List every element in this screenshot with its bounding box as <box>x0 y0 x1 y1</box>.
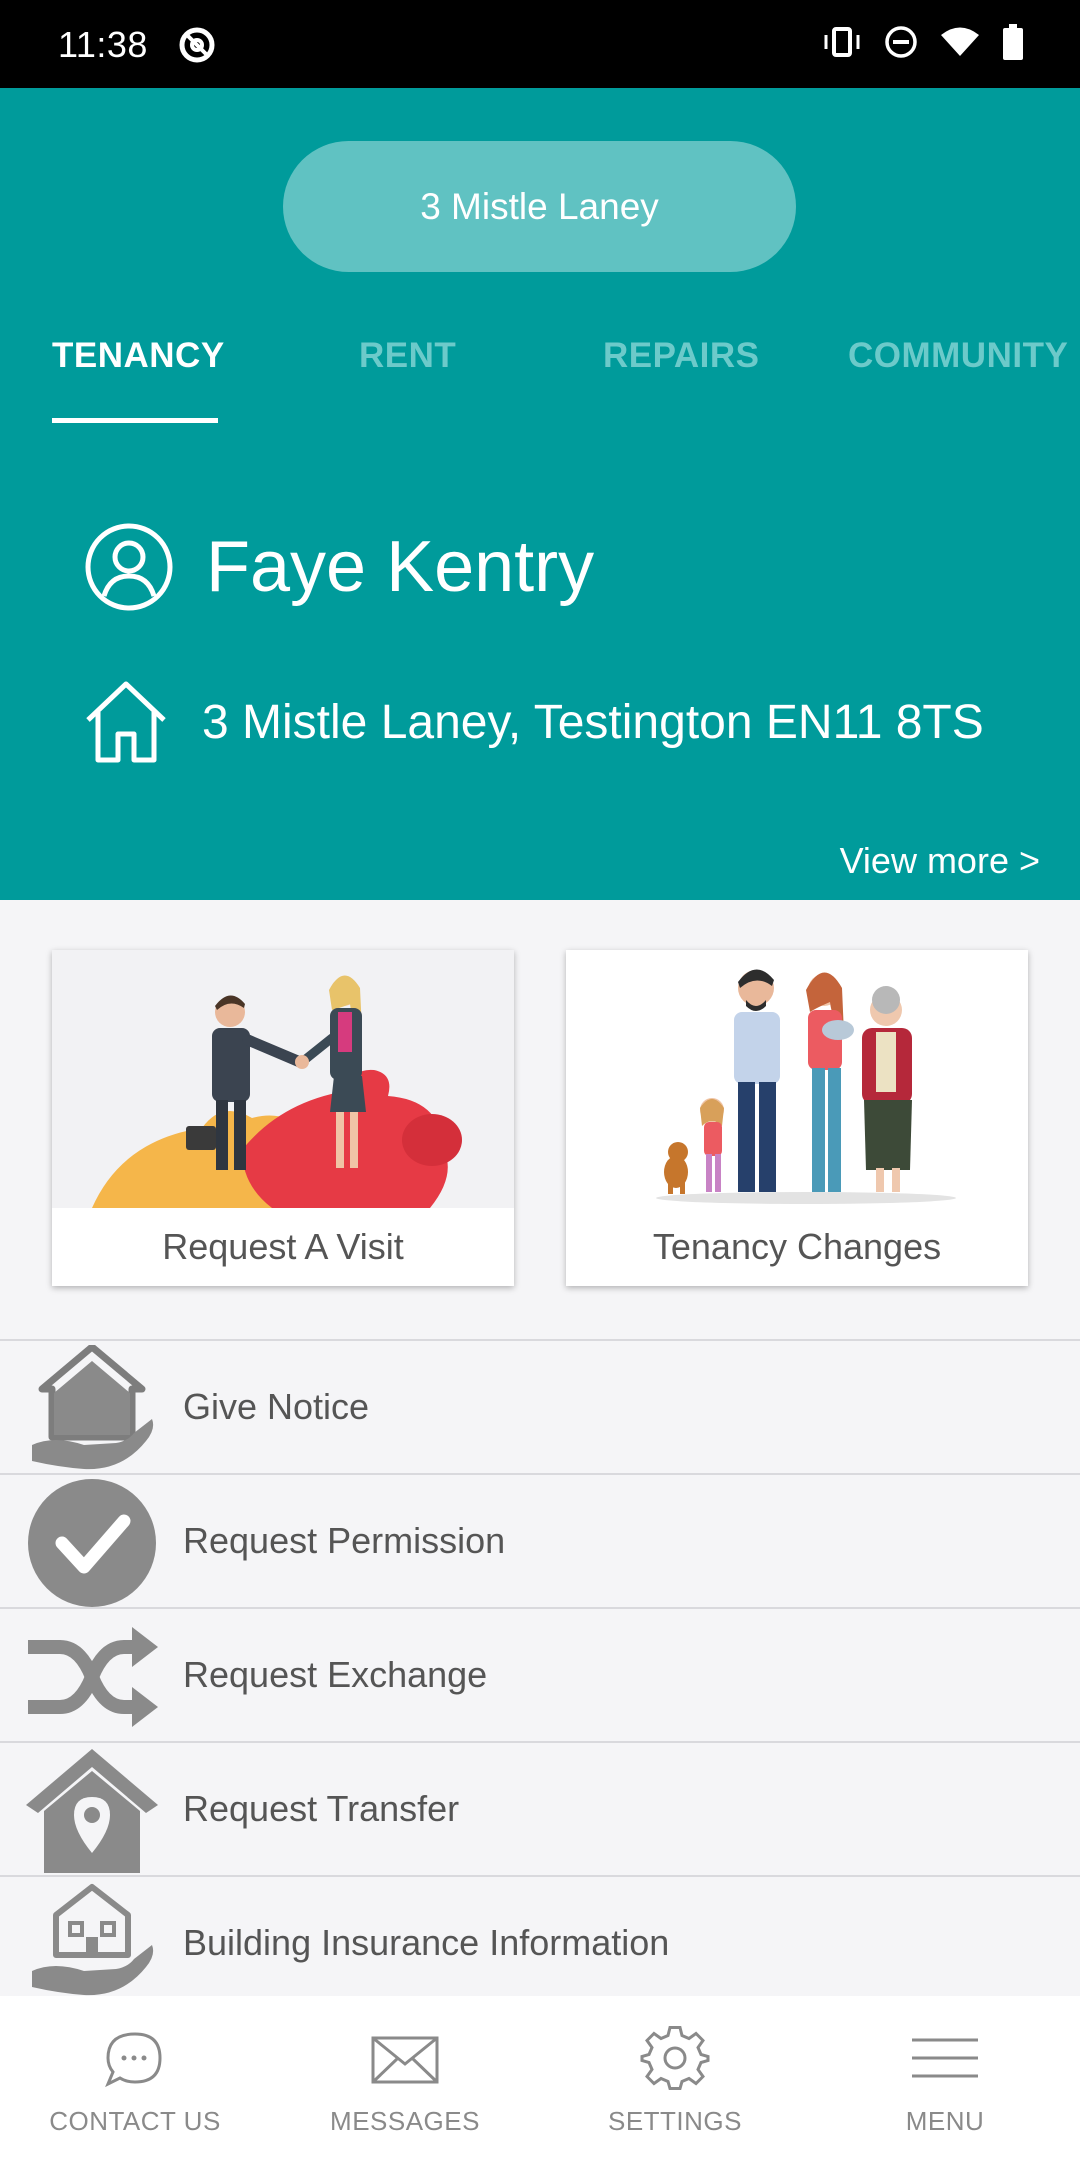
list-item-request-exchange[interactable]: Request Exchange <box>0 1607 1080 1741</box>
list-item-request-transfer[interactable]: Request Transfer <box>0 1741 1080 1875</box>
request-permission-label: Request Permission <box>183 1520 506 1561</box>
list-item-building-insurance[interactable]: Building Insurance Information <box>0 1875 1080 2009</box>
tab-repairs[interactable]: REPAIRS <box>603 328 760 418</box>
tab-bar: TENANCY RENT REPAIRS COMMUNITY <box>0 328 1080 418</box>
vibrate-icon <box>824 27 860 57</box>
tenancy-action-list: Give Notice Request Permission Request E… <box>0 1339 1080 2009</box>
building-insurance-label: Building Insurance Information <box>183 1922 670 1963</box>
battery-icon <box>1003 24 1023 60</box>
chat-bubble-icon <box>105 2032 162 2088</box>
do-not-disturb-icon <box>885 26 917 58</box>
house-location-icon <box>26 1749 158 1873</box>
house-in-hand-icon <box>32 1345 154 1470</box>
tenant-row: Faye Kentry <box>84 522 594 612</box>
tenancy-changes-card[interactable]: Tenancy Changes <box>566 950 1028 1286</box>
nav-messages-label: MESSAGES <box>330 2106 480 2136</box>
request-exchange-label: Request Exchange <box>183 1654 488 1695</box>
tab-tenancy[interactable]: TENANCY <box>52 328 225 418</box>
action-cards: Request A Visit Tenancy Changes <box>0 900 1080 1340</box>
nav-messages[interactable]: MESSAGES <box>270 1996 540 2160</box>
nav-contact-us[interactable]: CONTACT US <box>0 1996 270 2160</box>
gear-icon <box>640 2026 710 2090</box>
tenant-name: Faye Kentry <box>206 527 595 607</box>
request-visit-label: Request A Visit <box>162 1226 404 1267</box>
view-more-link[interactable]: View more > <box>840 840 1040 882</box>
active-tab-indicator <box>52 418 218 423</box>
tenancy-header: 3 Mistle Laney TENANCY RENT REPAIRS COMM… <box>0 88 1080 900</box>
request-transfer-label: Request Transfer <box>183 1788 460 1829</box>
hamburger-menu-icon <box>912 2038 978 2078</box>
house-icon <box>86 681 166 763</box>
request-visit-card[interactable]: Request A Visit <box>52 950 514 1286</box>
give-notice-label: Give Notice <box>183 1386 370 1427</box>
tenancy-changes-label: Tenancy Changes <box>652 1226 942 1267</box>
nav-menu-label: MENU <box>905 2106 985 2136</box>
property-selector-button[interactable]: 3 Mistle Laney <box>283 141 796 272</box>
list-item-give-notice[interactable]: Give Notice <box>0 1339 1080 1473</box>
user-icon <box>85 523 173 611</box>
status-bar: 11:38 <box>0 0 1080 88</box>
nav-settings[interactable]: SETTINGS <box>540 1996 810 2160</box>
status-time: 11:38 <box>58 24 148 65</box>
handshake-puzzle-illustration <box>52 950 514 1208</box>
tab-community[interactable]: COMMUNITY <box>848 328 1068 418</box>
list-item-request-permission[interactable]: Request Permission <box>0 1473 1080 1607</box>
nav-contact-us-label: CONTACT US <box>49 2106 221 2136</box>
tenant-address: 3 Mistle Laney, Testington EN11 8TS <box>202 695 984 749</box>
nav-menu[interactable]: MENU <box>810 1996 1080 2160</box>
nav-settings-label: SETTINGS <box>607 2106 742 2136</box>
check-circle-icon <box>28 1479 156 1607</box>
tab-rent[interactable]: RENT <box>359 328 456 418</box>
shuffle-icon <box>28 1627 158 1727</box>
insured-house-icon <box>32 1884 154 1996</box>
address-row: 3 Mistle Laney, Testington EN11 8TS <box>84 680 984 764</box>
bottom-navigation: CONTACT US MESSAGES SETTINGS MENU <box>0 1996 1080 2160</box>
family-illustration <box>566 950 1028 1208</box>
envelope-icon <box>371 2036 439 2084</box>
wifi-icon <box>941 27 979 56</box>
at-sign-icon <box>179 27 215 63</box>
